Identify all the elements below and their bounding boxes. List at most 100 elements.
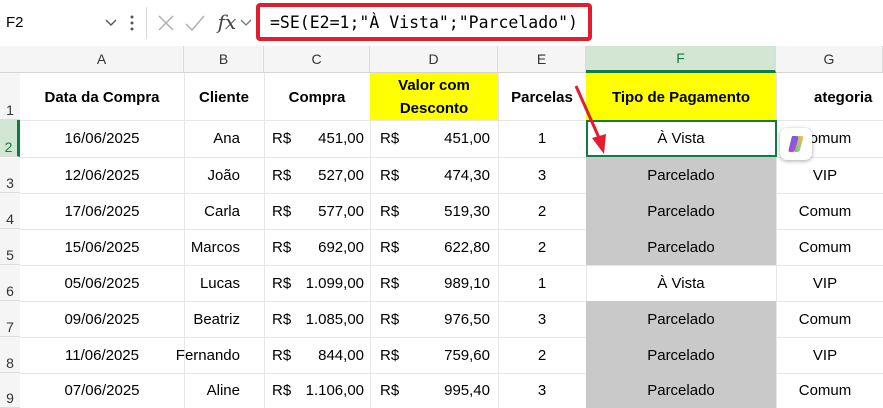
cell-categoria[interactable]: Comum xyxy=(776,229,874,265)
cell-compra-value: 451,00 xyxy=(318,130,364,147)
cell-data-compra[interactable]: 16/06/2025 xyxy=(20,120,184,157)
cell-valor-desconto-value: 451,00 xyxy=(444,130,490,147)
copilot-button[interactable] xyxy=(780,128,812,160)
cell-parcelas[interactable]: 3 xyxy=(498,301,586,337)
header-cliente[interactable]: Cliente xyxy=(184,73,264,120)
formula-bar: F2 fx =SE(E2=1;"À Vista";"Parcelado") xyxy=(0,0,883,46)
cell-categoria[interactable]: VIP xyxy=(776,337,874,373)
column-header-a[interactable]: A xyxy=(20,46,184,72)
currency-symbol: R$ xyxy=(380,130,400,147)
cell-cliente[interactable]: Lucas xyxy=(184,265,264,301)
column-header-e[interactable]: E xyxy=(498,46,586,72)
currency-symbol: R$ xyxy=(272,274,292,292)
header-valor-desconto-line1: Valor com xyxy=(398,76,470,94)
row-header-5[interactable]: 5 xyxy=(0,229,20,265)
enter-check-icon[interactable] xyxy=(184,13,206,33)
formula-input[interactable]: =SE(E2=1;"À Vista";"Parcelado") xyxy=(256,3,592,41)
currency-symbol: R$ xyxy=(380,202,400,220)
divider xyxy=(146,7,147,39)
currency-symbol: R$ xyxy=(272,202,292,220)
cell-compra-value: 1.085,00 xyxy=(305,310,364,328)
currency-symbol: R$ xyxy=(380,166,400,184)
cell-valor-desconto-value: 759,60 xyxy=(444,346,490,364)
row-header-2[interactable]: 2 xyxy=(0,120,20,157)
cell-cliente[interactable]: Beatriz xyxy=(184,301,264,337)
header-tipo-pagamento[interactable]: Tipo de Pagamento xyxy=(586,73,776,120)
currency-symbol: R$ xyxy=(272,166,292,184)
cell-cliente[interactable]: Carla xyxy=(184,193,264,229)
currency-symbol: R$ xyxy=(380,274,400,292)
cell-cliente[interactable]: Marcos xyxy=(184,229,264,265)
currency-symbol: R$ xyxy=(272,130,292,147)
cell-tipo-pagamento[interactable]: Parcelado xyxy=(586,337,776,373)
column-header-row: A B C D E F G xyxy=(0,46,883,73)
cell-cliente[interactable]: Ana xyxy=(184,120,264,157)
cell-data-compra[interactable]: 15/06/2025 xyxy=(20,229,184,265)
currency-symbol: R$ xyxy=(272,346,292,364)
select-all-corner[interactable] xyxy=(0,46,20,73)
cell-data-compra[interactable]: 12/06/2025 xyxy=(20,157,184,193)
column-header-c[interactable]: C xyxy=(264,46,370,72)
chevron-down-icon[interactable] xyxy=(240,17,252,27)
cell-tipo-pagamento[interactable]: Parcelado xyxy=(586,193,776,229)
row-header-4[interactable]: 4 xyxy=(0,193,20,229)
cell-parcelas[interactable]: 2 xyxy=(498,193,586,229)
cell-categoria[interactable]: VIP xyxy=(776,157,874,193)
cell-tipo-pagamento[interactable]: Parcelado xyxy=(586,373,776,408)
currency-symbol: R$ xyxy=(380,346,400,364)
row-header-6[interactable]: 6 xyxy=(0,265,20,301)
cell-tipo-pagamento[interactable]: Parcelado xyxy=(586,157,776,193)
insert-function-button[interactable]: fx xyxy=(214,9,240,35)
cell-categoria[interactable]: Comum xyxy=(776,373,874,408)
cell-data-compra[interactable]: 07/06/2025 xyxy=(20,373,184,408)
column-header-f[interactable]: F xyxy=(586,46,776,73)
cell-cliente[interactable]: Fernando xyxy=(176,337,264,373)
cell-valor-desconto-value: 474,30 xyxy=(444,166,490,184)
cell-parcelas[interactable]: 3 xyxy=(498,373,586,408)
header-valor-desconto[interactable]: Valor com Desconto xyxy=(370,73,498,120)
cell-data-compra[interactable]: 17/06/2025 xyxy=(20,193,184,229)
cell-categoria[interactable]: Comum xyxy=(776,193,874,229)
cell-categoria[interactable]: Comum xyxy=(776,301,874,337)
cell-valor-desconto-value: 976,50 xyxy=(444,310,490,328)
row-header-1[interactable]: 1 xyxy=(0,73,20,120)
cell-data-compra[interactable]: 05/06/2025 xyxy=(20,265,184,301)
header-compra[interactable]: Compra xyxy=(264,73,370,120)
column-header-b[interactable]: B xyxy=(184,46,264,72)
worksheet-grid[interactable]: A B C D E F G 1 2 3 4 5 6 7 8 9 Data da … xyxy=(0,46,883,408)
cell-categoria[interactable]: VIP xyxy=(776,265,874,301)
header-data-compra[interactable]: Data da Compra xyxy=(20,73,184,120)
row-header-8[interactable]: 8 xyxy=(0,337,20,373)
cell-cliente[interactable]: João xyxy=(184,157,264,193)
cell-parcelas[interactable]: 3 xyxy=(498,157,586,193)
cell-cliente[interactable]: Aline xyxy=(184,373,264,408)
row-header-3[interactable]: 3 xyxy=(0,157,20,193)
name-box[interactable]: F2 xyxy=(0,8,118,36)
currency-symbol: R$ xyxy=(272,238,292,256)
cell-compra-value: 577,00 xyxy=(318,202,364,220)
cancel-x-icon[interactable] xyxy=(156,13,176,33)
cell-tipo-pagamento[interactable]: À Vista xyxy=(586,120,776,157)
header-categoria[interactable]: ategoria xyxy=(776,73,883,120)
cell-tipo-pagamento[interactable]: À Vista xyxy=(586,265,776,301)
cell-valor-desconto-value: 622,80 xyxy=(444,238,490,256)
cell-parcelas[interactable]: 2 xyxy=(498,229,586,265)
chevron-down-icon[interactable] xyxy=(104,16,118,28)
cell-data-compra[interactable]: 09/06/2025 xyxy=(20,301,184,337)
cell-tipo-pagamento[interactable]: Parcelado xyxy=(586,229,776,265)
cell-data-compra[interactable]: 11/06/2025 xyxy=(20,337,184,373)
currency-symbol: R$ xyxy=(272,310,292,328)
header-parcelas[interactable]: Parcelas xyxy=(498,73,586,120)
row-header-9[interactable]: 9 xyxy=(0,373,20,408)
currency-symbol: R$ xyxy=(380,382,400,399)
cell-compra-value: 527,00 xyxy=(318,166,364,184)
row-header-7[interactable]: 7 xyxy=(0,301,20,337)
column-header-g[interactable]: G xyxy=(776,46,883,72)
cell-parcelas[interactable]: 1 xyxy=(498,265,586,301)
cell-compra-value: 1.099,00 xyxy=(305,274,364,292)
cell-parcelas[interactable]: 1 xyxy=(498,120,586,157)
cell-tipo-pagamento[interactable]: Parcelado xyxy=(586,301,776,337)
more-vertical-icon[interactable] xyxy=(129,14,135,32)
cell-parcelas[interactable]: 2 xyxy=(498,337,586,373)
column-header-d[interactable]: D xyxy=(370,46,498,72)
